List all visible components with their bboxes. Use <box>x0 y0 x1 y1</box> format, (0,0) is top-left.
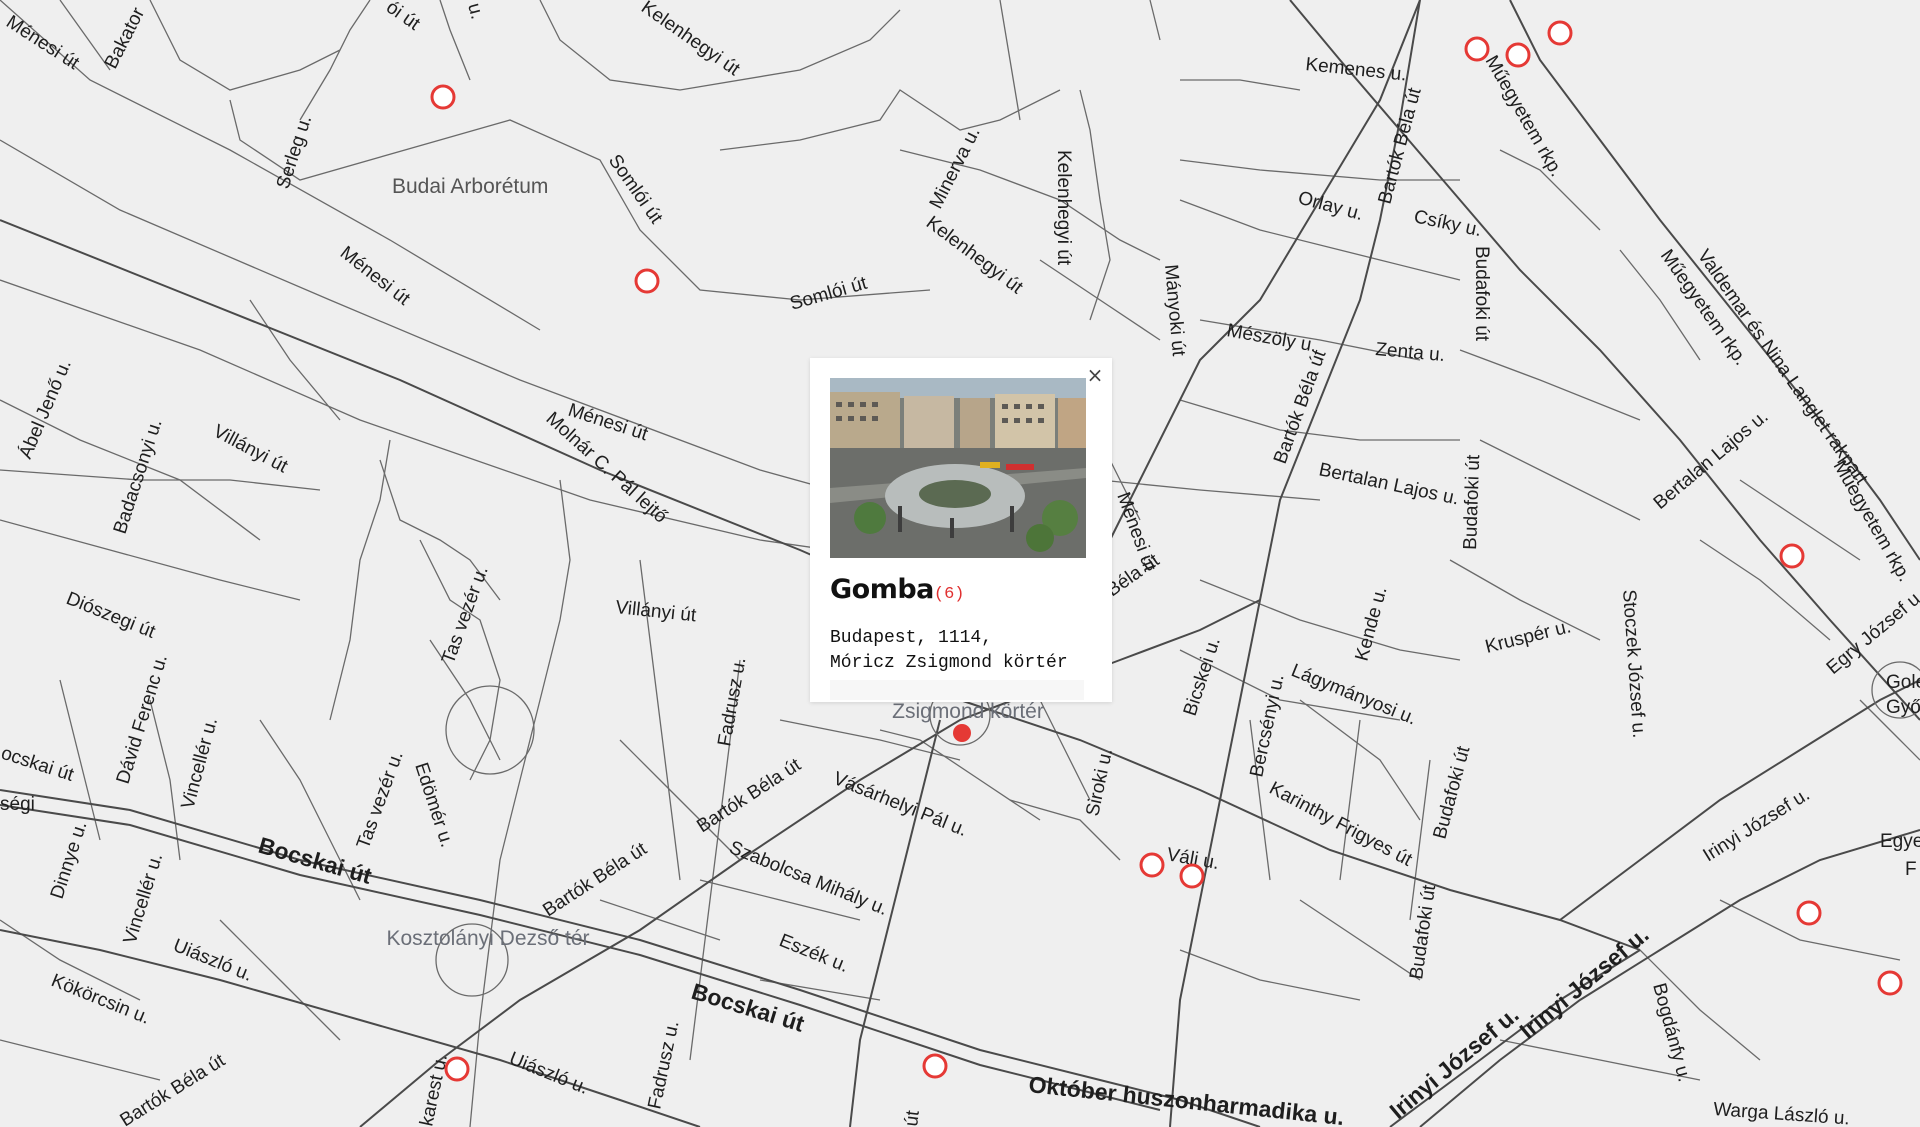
location-marker[interactable] <box>430 84 456 110</box>
location-marker[interactable] <box>444 1056 470 1082</box>
street-label: Budafoki út <box>1471 246 1492 342</box>
location-photo <box>830 378 1086 558</box>
poi-label: Zsigmond körtér <box>892 700 1044 723</box>
poi-label: Kosztolányi Dezső tér <box>386 927 589 950</box>
street-label: Budafoki út <box>1460 454 1484 550</box>
location-marker[interactable] <box>1505 42 1531 68</box>
location-marker[interactable] <box>1464 36 1490 62</box>
location-marker[interactable] <box>634 268 660 294</box>
street-label: ségi <box>0 794 35 815</box>
location-marker[interactable] <box>1547 20 1573 46</box>
poi-label: Győ <box>1886 697 1920 718</box>
selected-location-marker[interactable] <box>953 724 971 742</box>
location-marker[interactable] <box>1877 970 1903 996</box>
item-count: (6) <box>933 585 965 604</box>
location-name: Gomba <box>830 574 934 605</box>
poi-label: F <box>1905 859 1917 880</box>
close-icon[interactable]: × <box>1084 364 1106 386</box>
location-marker[interactable] <box>1139 852 1165 878</box>
popup-title: Gomba(6) <box>830 574 1100 605</box>
location-popup: × Gomba(6) Budapest, 1114, Móricz Zsigmo… <box>810 358 1112 702</box>
poi-label: Egye <box>1880 831 1920 852</box>
location-marker[interactable] <box>1179 863 1205 889</box>
street-label: Kelenhegyi út <box>1053 150 1074 266</box>
poi-label: Gole <box>1886 672 1920 693</box>
popup-footer <box>830 680 1084 700</box>
location-address: Budapest, 1114, Móricz Zsigmond körtér <box>830 628 1068 673</box>
location-marker[interactable] <box>1779 543 1805 569</box>
location-marker[interactable] <box>1796 900 1822 926</box>
poi-label: Budai Arborétum <box>392 175 548 198</box>
location-marker[interactable] <box>922 1053 948 1079</box>
